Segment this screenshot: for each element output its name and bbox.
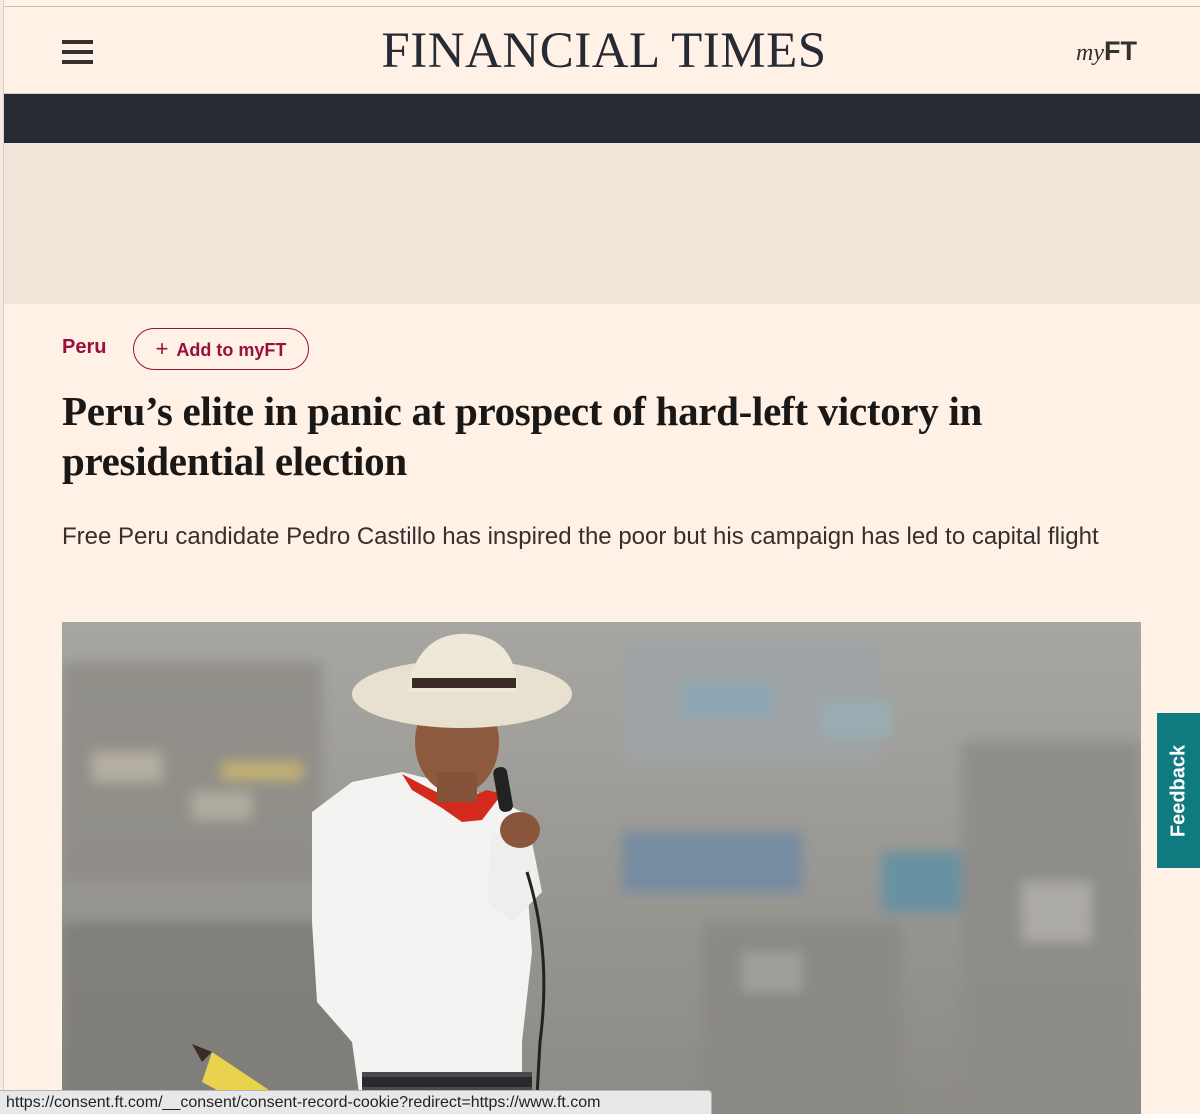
add-to-myft-button[interactable]: + Add to myFT xyxy=(133,328,309,370)
plus-icon: + xyxy=(155,336,169,361)
site-header: FINANCIAL TIMES myFT xyxy=(4,8,1200,94)
myft-link[interactable]: myFT xyxy=(1076,36,1148,70)
hamburger-menu-icon[interactable] xyxy=(62,40,95,68)
link-status-bar: https://consent.ft.com/__consent/consent… xyxy=(0,1090,712,1114)
feedback-label: Feedback xyxy=(1167,744,1189,837)
ad-slot xyxy=(4,143,1200,304)
feedback-tab[interactable]: Feedback xyxy=(1157,713,1200,868)
myft-my-text: my xyxy=(1076,40,1104,66)
navigation-bar xyxy=(4,94,1200,143)
window-top-edge xyxy=(0,0,1200,7)
masthead-logo[interactable]: FINANCIAL TIMES xyxy=(304,22,904,79)
hero-image xyxy=(62,622,1141,1114)
article-standfirst: Free Peru candidate Pedro Castillo has i… xyxy=(62,523,1099,550)
topic-link-peru[interactable]: Peru xyxy=(62,336,106,362)
add-to-myft-label: Add to myFT xyxy=(176,340,287,360)
article-headline: Peru’s elite in panic at prospect of har… xyxy=(62,388,983,484)
myft-ft-text: FT xyxy=(1103,36,1137,66)
